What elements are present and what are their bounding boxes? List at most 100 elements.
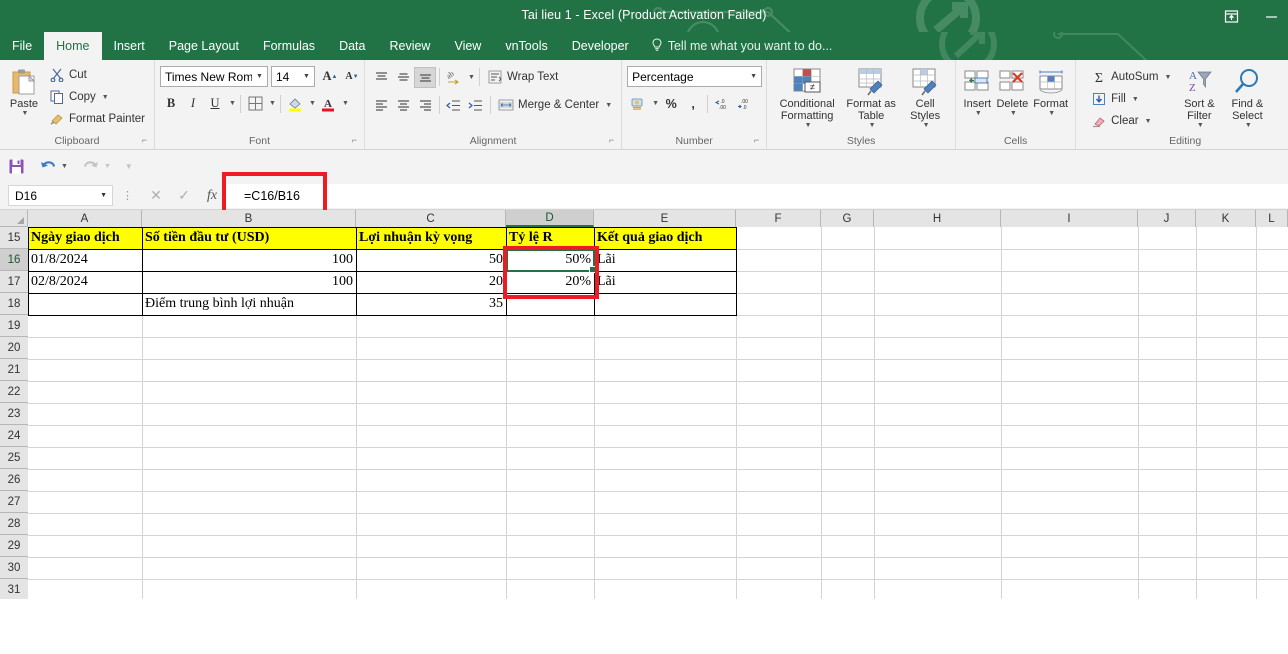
column-header-a[interactable]: A [28, 210, 142, 227]
font-color-dropdown[interactable]: ▼ [339, 93, 350, 114]
tab-insert[interactable]: Insert [102, 32, 157, 60]
chevron-down-icon[interactable]: ▼ [1010, 110, 1017, 118]
tab-vntools[interactable]: vnTools [493, 32, 559, 60]
align-top-button[interactable] [370, 67, 392, 88]
chevron-down-icon[interactable]: ▼ [1197, 122, 1204, 130]
row-header-31[interactable]: 31 [0, 579, 28, 599]
number-dialog-launcher[interactable]: ⌐ [754, 133, 759, 148]
row-header-25[interactable]: 25 [0, 447, 28, 469]
cell-c18[interactable]: 35 [356, 293, 506, 315]
shrink-font-button[interactable]: A ▼ [341, 66, 363, 87]
formula-input[interactable]: =C16/B16 [222, 171, 1288, 220]
column-header-c[interactable]: C [356, 210, 506, 227]
cell-e15[interactable]: Kết quả giao dịch [594, 227, 736, 249]
row-header-21[interactable]: 21 [0, 359, 28, 381]
select-all-corner[interactable] [0, 210, 28, 227]
column-header-g[interactable]: G [821, 210, 874, 227]
chevron-down-icon[interactable]: ▼ [1164, 74, 1171, 81]
chevron-down-icon[interactable]: ▼ [923, 122, 930, 130]
chevron-down-icon[interactable]: ▼ [1048, 110, 1055, 118]
chevron-down-icon[interactable]: ▼ [746, 73, 761, 80]
font-name-combo[interactable]: Times New Roma ▼ [160, 66, 268, 87]
decrease-indent-icon[interactable] [443, 95, 465, 116]
format-painter-button[interactable]: Format Painter [45, 108, 149, 130]
autosum-button[interactable]: Σ AutoSum ▼ [1087, 66, 1175, 88]
tab-review[interactable]: Review [377, 32, 442, 60]
align-bottom-button[interactable] [414, 66, 436, 88]
column-header-b[interactable]: B [142, 210, 356, 227]
row-header-26[interactable]: 26 [0, 469, 28, 491]
font-size-combo[interactable]: 14 ▼ [271, 66, 315, 87]
row-header-30[interactable]: 30 [0, 557, 28, 579]
chevron-down-icon[interactable]: ▼ [102, 94, 109, 101]
column-header-l[interactable]: L [1256, 210, 1288, 227]
orientation-dropdown[interactable]: ▼ [465, 67, 476, 88]
row-header-16[interactable]: 16 [0, 249, 28, 271]
row-header-19[interactable]: 19 [0, 315, 28, 337]
cell-c15[interactable]: Lợi nhuận kỳ vọng [356, 227, 506, 249]
number-format-combo[interactable]: Percentage ▼ [627, 66, 763, 87]
column-header-k[interactable]: K [1196, 210, 1256, 227]
chevron-down-icon[interactable]: ▼ [252, 73, 267, 80]
chevron-down-icon[interactable]: ▼ [869, 122, 876, 130]
delete-cells-button[interactable]: Delete ▼ [994, 64, 1030, 120]
row-header-28[interactable]: 28 [0, 513, 28, 535]
font-dialog-launcher[interactable]: ⌐ [352, 133, 357, 148]
cell-a17[interactable]: 02/8/2024 [28, 271, 142, 293]
row-header-29[interactable]: 29 [0, 535, 28, 557]
underline-dropdown[interactable]: ▼ [226, 93, 237, 114]
chevron-down-icon[interactable]: ▼ [1245, 122, 1252, 130]
paste-button[interactable]: Paste ▼ [5, 64, 43, 120]
cut-button[interactable]: Cut [45, 64, 149, 86]
find-select-button[interactable]: Find & Select ▼ [1223, 64, 1271, 132]
cell-a16[interactable]: 01/8/2024 [28, 249, 142, 271]
redo-dropdown[interactable]: ▼ [104, 163, 111, 170]
align-middle-button[interactable] [392, 67, 414, 88]
cell-a15[interactable]: Ngày giao dịch [28, 227, 142, 249]
row-header-18[interactable]: 18 [0, 293, 28, 315]
borders-icon[interactable] [244, 93, 266, 114]
increase-indent-icon[interactable] [465, 95, 487, 116]
column-header-i[interactable]: I [1001, 210, 1138, 227]
alignment-dialog-launcher[interactable]: ⌐ [609, 133, 614, 148]
insert-function-icon[interactable]: fx [198, 188, 226, 204]
format-cells-button[interactable]: Format ▼ [1031, 64, 1070, 120]
chevron-down-icon[interactable]: ▼ [805, 122, 812, 130]
cell-d17[interactable]: 20% [506, 271, 594, 293]
merge-center-button[interactable]: Merge & Center ▼ [494, 94, 616, 116]
row-header-24[interactable]: 24 [0, 425, 28, 447]
cell-b16[interactable]: 100 [142, 249, 356, 271]
redo-button[interactable]: ▼ [82, 158, 111, 175]
font-color-icon[interactable]: A [317, 93, 339, 114]
tab-data[interactable]: Data [327, 32, 377, 60]
row-header-17[interactable]: 17 [0, 271, 28, 293]
align-right-button[interactable] [414, 95, 436, 116]
cell-d16[interactable]: 50% [506, 249, 594, 271]
customize-quick-access-toolbar[interactable]: ▼ [125, 162, 133, 171]
accounting-dropdown[interactable]: ▼ [649, 93, 660, 114]
tab-developer[interactable]: Developer [560, 32, 641, 60]
row-header-20[interactable]: 20 [0, 337, 28, 359]
tell-me-box[interactable]: Tell me what you want to do... [641, 32, 843, 60]
chevron-down-icon[interactable]: ▼ [1145, 118, 1152, 125]
clipboard-dialog-launcher[interactable]: ⌐ [142, 133, 147, 148]
chevron-down-icon[interactable]: ▼ [22, 110, 29, 118]
chevron-down-icon[interactable]: ▼ [299, 73, 314, 80]
copy-button[interactable]: Copy ▼ [45, 86, 149, 108]
minimize-icon[interactable] [1262, 7, 1280, 25]
format-as-table-button[interactable]: Format as Table ▼ [844, 64, 898, 132]
column-header-f[interactable]: F [736, 210, 821, 227]
align-left-button[interactable] [370, 95, 392, 116]
cell-b18[interactable]: Điểm trung bình lợi nhuận [142, 293, 356, 315]
chevron-down-icon[interactable]: ▼ [975, 110, 982, 118]
undo-button[interactable]: ▼ [39, 158, 68, 175]
confirm-icon[interactable]: ✓ [170, 187, 198, 204]
chevron-down-icon[interactable]: ▼ [605, 102, 612, 109]
wrap-text-button[interactable]: Wrap Text [483, 66, 562, 88]
tab-formulas[interactable]: Formulas [251, 32, 327, 60]
clear-button[interactable]: Clear ▼ [1087, 110, 1175, 132]
cell-b15[interactable]: Số tiền đầu tư (USD) [142, 227, 356, 249]
fill-color-icon[interactable] [284, 93, 306, 114]
tab-page-layout[interactable]: Page Layout [157, 32, 251, 60]
tab-home[interactable]: Home [44, 32, 102, 60]
